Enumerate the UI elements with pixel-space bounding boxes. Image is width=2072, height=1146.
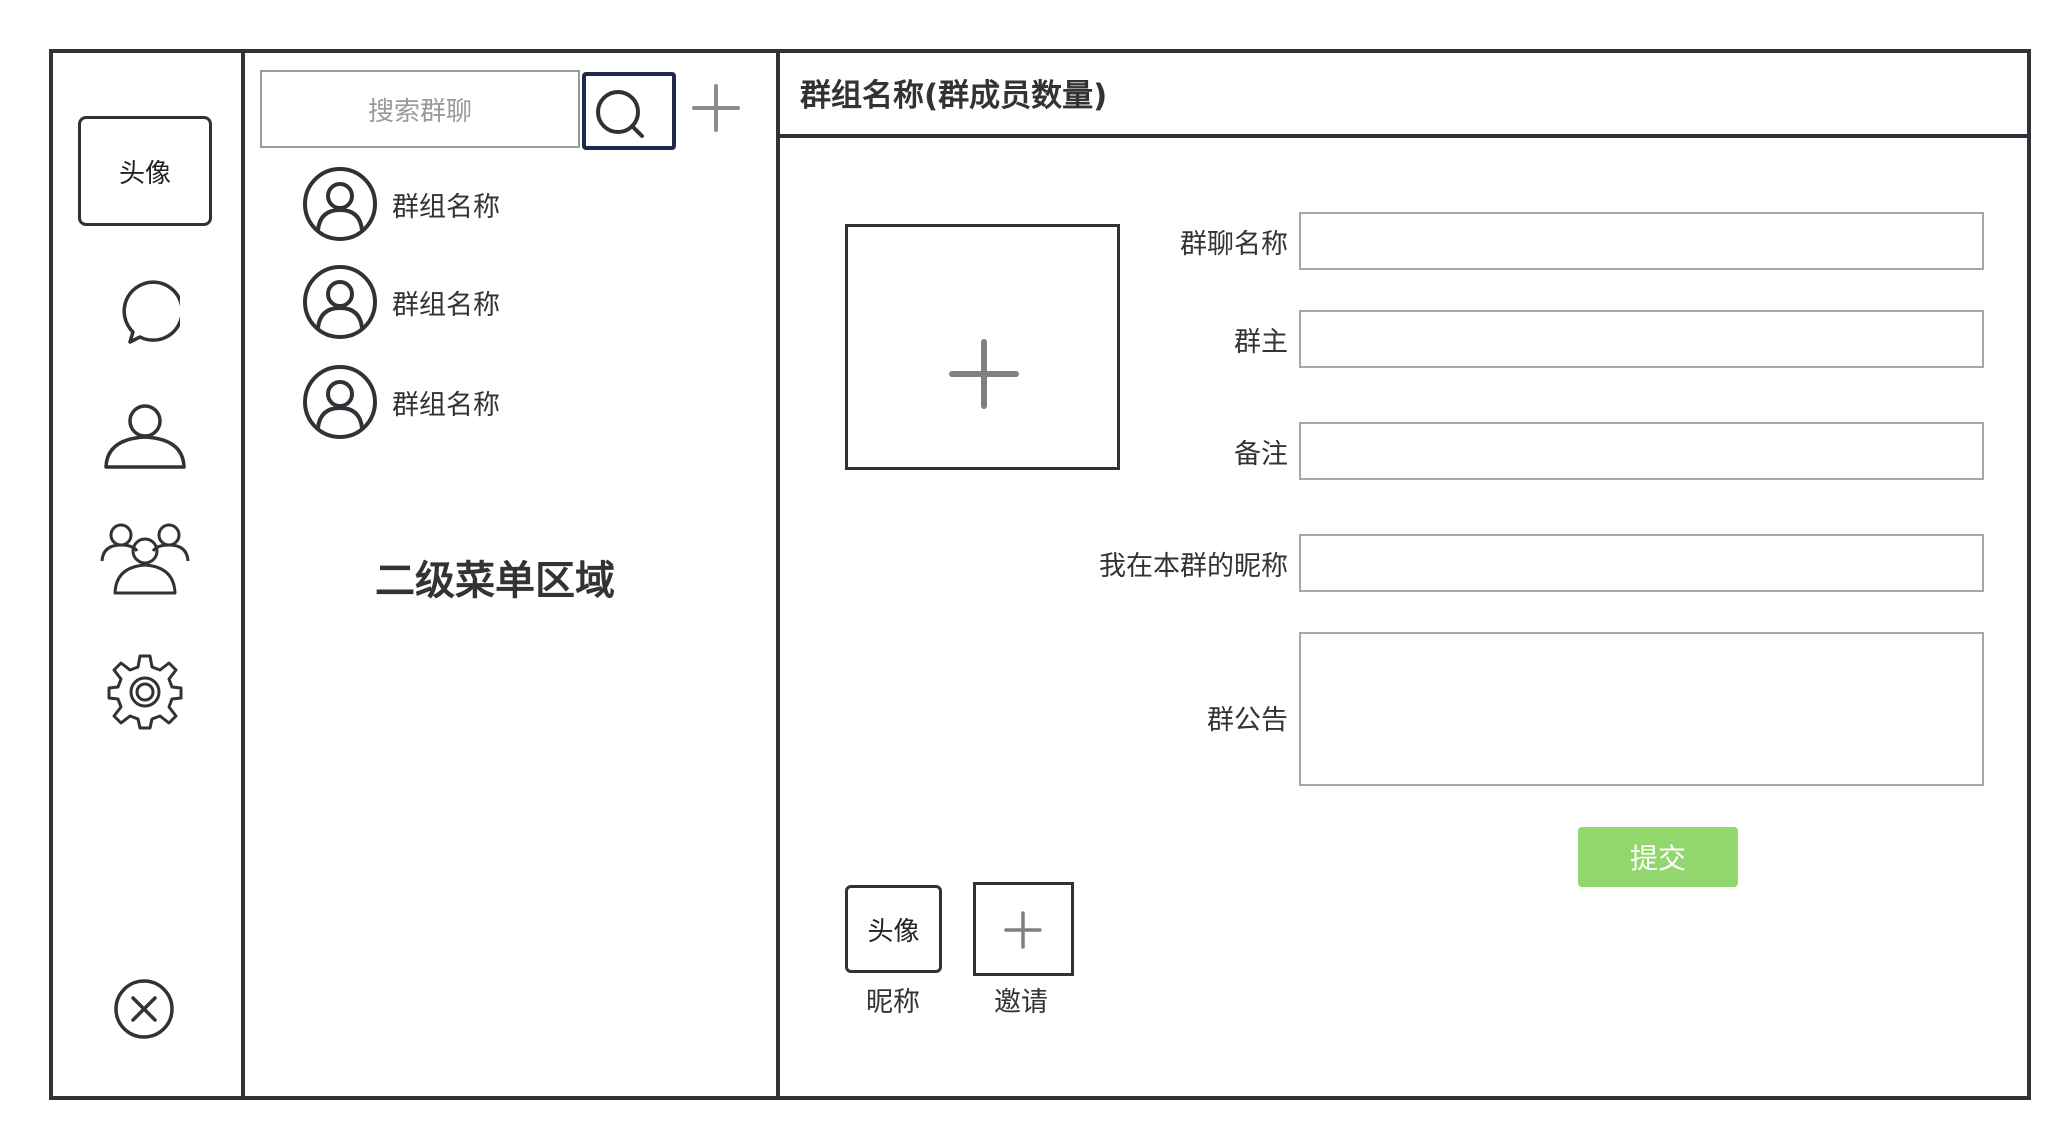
user-circle-icon	[303, 167, 377, 241]
notice-label: 群公告	[1207, 705, 1288, 736]
contact-icon[interactable]	[103, 401, 187, 471]
group-list-item[interactable]: 群组名称	[302, 364, 500, 440]
owner-label: 群主	[1234, 327, 1288, 358]
panel-divider	[776, 49, 780, 1100]
owner-input[interactable]	[1299, 310, 1984, 368]
member-nickname: 昵称	[866, 987, 920, 1018]
submit-button[interactable]: 提交	[1578, 827, 1738, 887]
group-name: 群组名称	[392, 191, 500, 223]
group-name: 群组名称	[392, 289, 500, 321]
nickname-label: 我在本群的昵称	[1099, 551, 1288, 582]
group-name-label: 群聊名称	[1180, 229, 1288, 260]
group-name-input[interactable]	[1299, 212, 1984, 270]
sidebar-divider	[241, 49, 245, 1100]
remark-label: 备注	[1234, 439, 1288, 470]
header-divider	[776, 134, 2031, 138]
remark-input[interactable]	[1299, 422, 1984, 480]
group-icon[interactable]	[99, 521, 191, 595]
close-icon[interactable]	[112, 977, 176, 1041]
search-button[interactable]	[582, 72, 676, 150]
plus-icon	[1004, 911, 1042, 949]
user-circle-icon	[303, 365, 377, 439]
group-list-item[interactable]: 群组名称	[302, 166, 500, 242]
chat-icon[interactable]	[110, 280, 180, 350]
invite-label: 邀请	[994, 987, 1048, 1018]
search-icon	[596, 90, 644, 138]
search-input[interactable]: 搜索群聊	[260, 70, 580, 148]
nickname-input[interactable]	[1299, 534, 1984, 592]
group-name: 群组名称	[392, 389, 500, 421]
group-list-item[interactable]: 群组名称	[302, 264, 500, 340]
page-title: 群组名称(群成员数量)	[800, 78, 1108, 114]
user-avatar[interactable]: 头像	[78, 116, 212, 226]
notice-textarea[interactable]	[1299, 632, 1984, 786]
add-group-button[interactable]	[692, 84, 740, 132]
secondary-menu-area-label: 二级菜单区域	[375, 558, 615, 604]
user-circle-icon	[303, 265, 377, 339]
settings-icon[interactable]	[105, 652, 185, 732]
invite-button[interactable]	[973, 882, 1074, 976]
member-avatar[interactable]: 头像	[845, 885, 942, 973]
